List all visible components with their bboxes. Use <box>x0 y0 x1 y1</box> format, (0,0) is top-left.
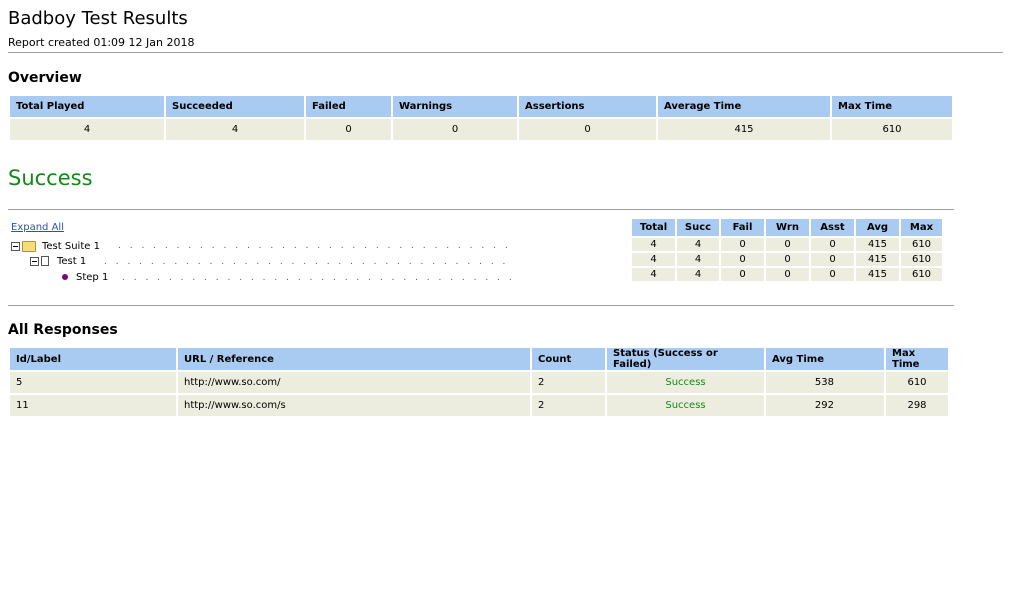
summary-cell: 0 <box>811 268 854 281</box>
status-cell: Success <box>607 372 764 393</box>
warnings-value: 0 <box>393 119 517 140</box>
step-bullet-icon <box>62 274 68 280</box>
dotted-leader: . . . . . . . . . . . . . . . . . . . . … <box>118 241 514 251</box>
col-id-label: Id/Label <box>10 348 176 370</box>
summary-row-test: 4 4 0 0 0 415 610 <box>632 253 942 266</box>
col-status: Status (Success or Failed) <box>607 348 764 370</box>
col-max-time: Max Time <box>832 96 952 117</box>
overview-header-row: Total Played Succeeded Failed Warnings A… <box>10 96 952 117</box>
dotted-leader: . . . . . . . . . . . . . . . . . . . . … <box>122 273 514 283</box>
all-responses-heading: All Responses <box>8 322 118 338</box>
summary-cell: 0 <box>811 238 854 251</box>
col-wrn: Wrn <box>766 219 809 236</box>
col-assertions: Assertions <box>519 96 656 117</box>
overview-table: Total Played Succeeded Failed Warnings A… <box>8 94 954 142</box>
summary-cell: 0 <box>721 253 764 266</box>
succeeded-value: 4 <box>166 119 304 140</box>
report-created-text: Report created 01:09 12 Jan 2018 <box>8 36 195 49</box>
summary-cell: 415 <box>856 238 899 251</box>
collapse-icon[interactable] <box>30 256 39 266</box>
id-cell: 11 <box>10 395 176 416</box>
responses-header-row: Id/Label URL / Reference Count Status (S… <box>10 348 948 370</box>
url-cell: http://www.so.com/ <box>178 372 530 393</box>
col-failed: Failed <box>306 96 391 117</box>
average-time-value: 415 <box>658 119 830 140</box>
overview-values-row: 4 4 0 0 0 415 610 <box>10 119 952 140</box>
col-asst: Asst <box>811 219 854 236</box>
expand-all-link[interactable]: Expand All <box>11 222 64 233</box>
summary-cell: 0 <box>721 268 764 281</box>
tree-item-test[interactable]: Test 1 <box>30 255 86 269</box>
url-cell: http://www.so.com/s <box>178 395 530 416</box>
summary-cell: 4 <box>677 238 719 251</box>
summary-cell: 0 <box>766 268 809 281</box>
summary-header-row: Total Succ Fail Wrn Asst Avg Max <box>632 219 942 236</box>
table-row: 11 http://www.so.com/s 2 Success 292 298 <box>10 395 948 416</box>
tree-item-test-suite[interactable]: Test Suite 1 <box>11 240 100 254</box>
failed-value: 0 <box>306 119 391 140</box>
summary-cell: 4 <box>632 268 675 281</box>
max-time-value: 610 <box>832 119 952 140</box>
summary-cell: 4 <box>632 238 675 251</box>
count-cell: 2 <box>532 395 605 416</box>
summary-cell: 4 <box>632 253 675 266</box>
summary-cell: 415 <box>856 253 899 266</box>
col-succeeded: Succeeded <box>166 96 304 117</box>
page-icon <box>41 256 49 266</box>
col-max-time: Max Time <box>886 348 948 370</box>
summary-cell: 610 <box>901 268 942 281</box>
status-heading: Success <box>8 166 93 190</box>
total-played-value: 4 <box>10 119 164 140</box>
table-row: 5 http://www.so.com/ 2 Success 538 610 <box>10 372 948 393</box>
page-title: Badboy Test Results <box>8 8 188 29</box>
col-total-played: Total Played <box>10 96 164 117</box>
summary-cell: 0 <box>811 253 854 266</box>
col-count: Count <box>532 348 605 370</box>
responses-table: Id/Label URL / Reference Count Status (S… <box>8 346 950 418</box>
collapse-icon[interactable] <box>11 241 20 251</box>
id-cell: 5 <box>10 372 176 393</box>
summary-cell: 4 <box>677 253 719 266</box>
col-succ: Succ <box>677 219 719 236</box>
count-cell: 2 <box>532 372 605 393</box>
max-time-cell: 610 <box>886 372 948 393</box>
avg-time-cell: 292 <box>766 395 884 416</box>
tree-item-label: Test Suite 1 <box>42 241 100 252</box>
col-max: Max <box>901 219 942 236</box>
divider <box>8 305 954 307</box>
summary-cell: 610 <box>901 238 942 251</box>
dotted-leader: . . . . . . . . . . . . . . . . . . . . … <box>104 257 514 267</box>
col-avg: Avg <box>856 219 899 236</box>
assertions-value: 0 <box>519 119 656 140</box>
overview-heading: Overview <box>8 70 82 86</box>
summary-cell: 0 <box>766 253 809 266</box>
divider <box>8 52 1003 54</box>
summary-row-step: 4 4 0 0 0 415 610 <box>632 268 942 281</box>
col-fail: Fail <box>721 219 764 236</box>
col-total: Total <box>632 219 675 236</box>
summary-cell: 4 <box>677 268 719 281</box>
summary-cell: 0 <box>721 238 764 251</box>
tree-item-step[interactable]: Step 1 <box>62 271 108 285</box>
summary-row-test-suite: 4 4 0 0 0 415 610 <box>632 238 942 251</box>
col-warnings: Warnings <box>393 96 517 117</box>
tree-summary-table: Total Succ Fail Wrn Asst Avg Max 4 4 0 0… <box>630 217 944 283</box>
summary-cell: 0 <box>766 238 809 251</box>
summary-cell: 415 <box>856 268 899 281</box>
folder-icon <box>22 240 36 252</box>
col-avg-time: Avg Time <box>766 348 884 370</box>
divider <box>8 209 954 211</box>
summary-cell: 610 <box>901 253 942 266</box>
col-url-reference: URL / Reference <box>178 348 530 370</box>
col-average-time: Average Time <box>658 96 830 117</box>
status-cell: Success <box>607 395 764 416</box>
tree-item-label: Test 1 <box>57 256 87 267</box>
tree-item-label: Step 1 <box>76 272 109 283</box>
max-time-cell: 298 <box>886 395 948 416</box>
avg-time-cell: 538 <box>766 372 884 393</box>
